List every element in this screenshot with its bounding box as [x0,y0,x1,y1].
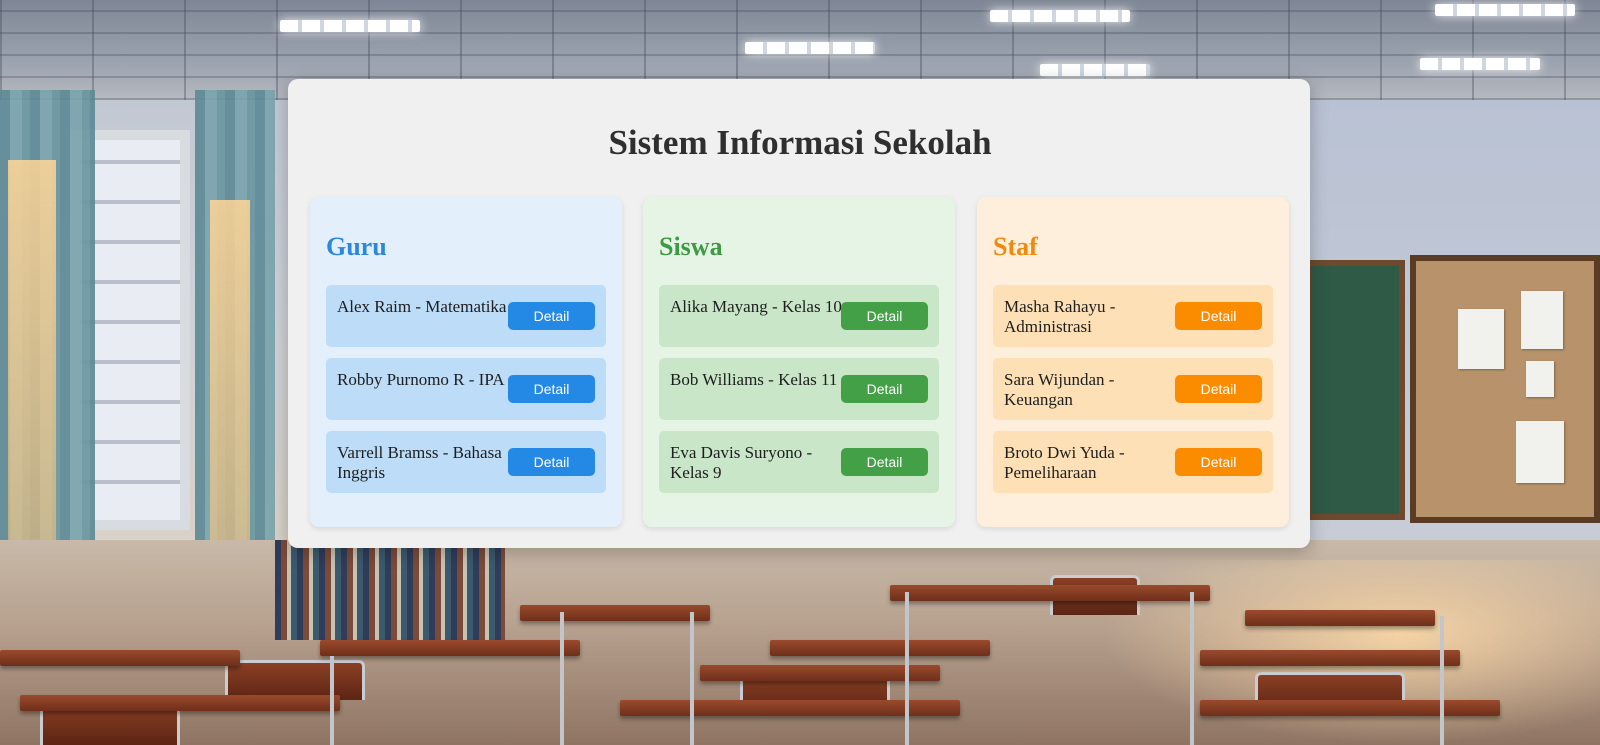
list-item-text: Robby Purnomo R - IPA [337,370,505,389]
desk [1200,700,1500,716]
bookshelf [275,540,505,640]
desk-leg [1190,592,1194,745]
detail-button[interactable]: Detail [1175,302,1262,330]
ceiling-light [745,42,875,54]
section-heading-guru: Guru [326,232,387,261]
chalkboard [1305,260,1405,520]
list-item-text: Eva Davis Suryono - Kelas 9 [670,443,813,482]
list-item-text: Broto Dwi Yuda - Pemeliharaan [1004,443,1125,482]
detail-button[interactable]: Detail [1175,448,1262,476]
desk [520,605,710,621]
notice-paper [1516,421,1564,483]
desk-leg [560,612,564,745]
desk-leg [905,592,909,745]
desk [320,640,580,656]
desk-leg [690,612,694,745]
corkboard [1410,255,1600,523]
list-item-text: Sara Wijundan - Keuangan [1004,370,1115,409]
page-title: Sistem Informasi Sekolah [608,123,992,162]
list-item-text: Bob Williams - Kelas 11 [670,370,838,389]
list-item-text: Alex Raim - Matematika [337,297,507,316]
detail-button[interactable]: Detail [508,375,595,403]
section-heading-staf: Staf [993,232,1038,261]
notice-paper [1521,291,1563,349]
list-item: Eva Davis Suryono - Kelas 9 Detail [659,431,939,493]
section-siswa: Siswa Alika Mayang - Kelas 10 Detail Bob… [643,197,955,527]
list-item-text: Masha Rahayu - Administrasi [1004,297,1116,336]
notice-paper [1526,361,1554,397]
sunlight [8,160,56,560]
detail-button[interactable]: Detail [508,448,595,476]
list-item: Sara Wijundan - Keuangan Detail [993,358,1273,420]
desk [890,585,1210,601]
desk [1245,610,1435,626]
detail-button[interactable]: Detail [841,448,928,476]
list-item: Alika Mayang - Kelas 10 Detail [659,285,939,347]
list-item: Masha Rahayu - Administrasi Detail [993,285,1273,347]
list-item: Alex Raim - Matematika Detail [326,285,606,347]
desk [1200,650,1460,666]
desk [770,640,990,656]
detail-button[interactable]: Detail [841,375,928,403]
ceiling-light [1040,64,1150,76]
notice-paper [1458,309,1504,369]
desk [700,665,940,681]
ceiling-light [280,20,420,32]
list-item: Robby Purnomo R - IPA Detail [326,358,606,420]
list-item: Broto Dwi Yuda - Pemeliharaan Detail [993,431,1273,493]
ceiling-light [990,10,1130,22]
chair [225,660,365,700]
list-item-text: Alika Mayang - Kelas 10 [670,297,842,316]
ceiling-light [1420,58,1540,70]
list-item: Bob Williams - Kelas 11 Detail [659,358,939,420]
list-item: Varrell Bramss - Bahasa Inggris Detail [326,431,606,493]
desk [0,650,240,666]
desk [620,700,960,716]
section-heading-siswa: Siswa [659,232,723,261]
section-staf: Staf Masha Rahayu - Administrasi Detail … [977,197,1289,527]
list-item-text: Varrell Bramss - Bahasa Inggris [337,443,502,482]
detail-button[interactable]: Detail [841,302,928,330]
ceiling-light [1435,4,1575,16]
desk [20,695,340,711]
desk-leg [330,656,334,745]
section-guru: Guru Alex Raim - Matematika Detail Robby… [310,197,622,527]
desk-leg [1440,616,1444,745]
detail-button[interactable]: Detail [508,302,595,330]
detail-button[interactable]: Detail [1175,375,1262,403]
